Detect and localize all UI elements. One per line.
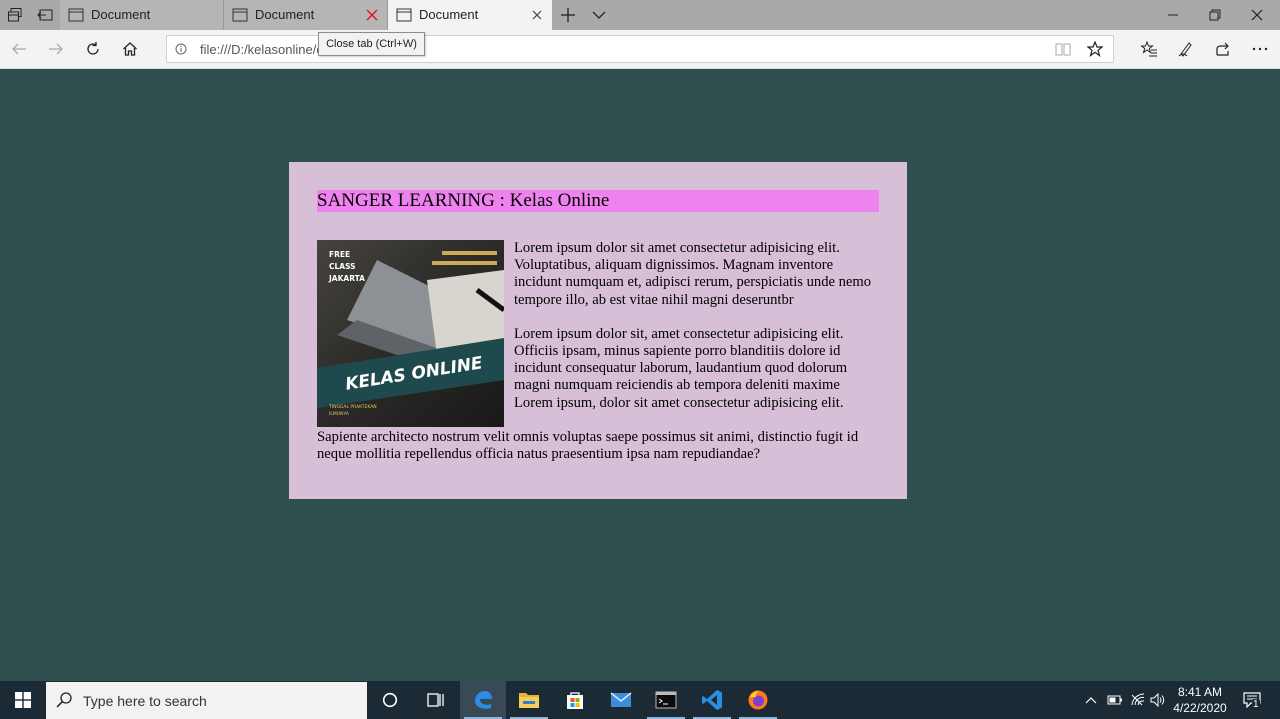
- taskbar-clock[interactable]: 8:41 AM 4/22/2020: [1166, 684, 1234, 716]
- taskbar-search-box[interactable]: Type here to search: [46, 682, 367, 719]
- chevron-up-icon: [1085, 697, 1097, 704]
- battery-button[interactable]: [1104, 681, 1126, 719]
- search-placeholder: Type here to search: [83, 693, 207, 709]
- taskbar-store[interactable]: [552, 681, 598, 719]
- search-icon: [56, 692, 72, 708]
- home-button[interactable]: [112, 30, 148, 68]
- cortana-icon: [382, 692, 398, 708]
- page-icon: [68, 8, 84, 22]
- chevron-down-icon[interactable]: [592, 10, 606, 20]
- minimize-icon: [1168, 14, 1178, 16]
- image-accent-text-2: [432, 261, 497, 265]
- close-tab-tooltip: Close tab (Ctrl+W): [318, 32, 425, 56]
- battery-icon: [1107, 695, 1122, 705]
- clock-date: 4/22/2020: [1173, 701, 1227, 715]
- terminal-icon: [655, 691, 677, 709]
- content-box: SANGER LEARNING : Kelas Online FREE CLAS…: [289, 162, 907, 499]
- tab-title: Document: [419, 7, 479, 22]
- close-window-button[interactable]: [1234, 0, 1280, 30]
- network-button[interactable]: [1128, 681, 1148, 719]
- task-view-button[interactable]: [413, 681, 459, 719]
- start-button[interactable]: [0, 681, 46, 719]
- restore-button[interactable]: [1192, 0, 1238, 30]
- favorites-hub-button[interactable]: [1131, 30, 1167, 68]
- cortana-button[interactable]: [367, 681, 413, 719]
- tabs-aside-icon: [8, 8, 22, 22]
- tab-document-2[interactable]: Document: [224, 0, 388, 30]
- refresh-icon: [87, 42, 99, 55]
- windows-logo-icon: [15, 692, 31, 708]
- badge-line-1: FREE: [329, 250, 350, 259]
- speaker-icon: [1150, 693, 1165, 707]
- article: FREE CLASS JAKARTA KELAS ONLINE TINGGAL …: [317, 240, 879, 463]
- arrow-right-icon: [49, 43, 63, 55]
- tab-title: Document: [91, 7, 151, 22]
- web-note-button[interactable]: [1168, 30, 1204, 68]
- restore-icon: [1209, 9, 1221, 21]
- show-hidden-icons-button[interactable]: [1082, 681, 1100, 719]
- taskbar-vscode[interactable]: [689, 681, 735, 719]
- tab-strip: Document Document Document: [0, 0, 1280, 30]
- refresh-button[interactable]: [75, 30, 111, 68]
- edge-icon: [475, 691, 492, 709]
- task-view-icon: [427, 693, 444, 707]
- close-icon: [1251, 9, 1263, 21]
- tab-title: Document: [255, 7, 315, 22]
- favorites-list-icon: [1140, 41, 1157, 57]
- taskbar-mail[interactable]: [598, 681, 644, 719]
- paragraph-3: Sapiente architecto nostrum velit omnis …: [317, 428, 859, 463]
- reading-view-icon[interactable]: [1055, 42, 1071, 56]
- store-icon: [567, 692, 583, 709]
- home-icon: [123, 42, 137, 56]
- share-icon: [1216, 42, 1229, 56]
- notification-count: 1: [1252, 699, 1260, 710]
- more-button[interactable]: [1242, 30, 1278, 68]
- volume-button[interactable]: [1148, 681, 1168, 719]
- minimize-button[interactable]: [1150, 0, 1196, 30]
- pen-icon: [1178, 42, 1192, 57]
- firefox-icon: [748, 690, 768, 710]
- tagline-line-2: ILMUNYA: [329, 411, 350, 417]
- share-button[interactable]: [1205, 30, 1241, 68]
- forward-button[interactable]: [38, 30, 74, 68]
- new-tab-icon[interactable]: [560, 7, 576, 23]
- star-icon[interactable]: [1087, 41, 1103, 57]
- taskbar-edge[interactable]: [460, 681, 506, 719]
- badge-line-2: CLASS: [329, 262, 356, 271]
- back-button[interactable]: [1, 30, 37, 68]
- clock-time: 8:41 AM: [1177, 685, 1223, 699]
- info-icon[interactable]: [175, 43, 187, 55]
- badge-line-3: JAKARTA: [328, 274, 365, 283]
- tab-manager-button[interactable]: [0, 0, 30, 30]
- image-accent-text-1: [442, 251, 497, 255]
- tab-document-3-active[interactable]: Document: [388, 0, 552, 30]
- page-heading: SANGER LEARNING : Kelas Online: [317, 190, 879, 212]
- address-text[interactable]: file:///D:/kelasonline/d: [200, 42, 324, 57]
- tabs-back-icon: [37, 9, 53, 21]
- taskbar-file-explorer[interactable]: [506, 681, 552, 719]
- wifi-icon: [1131, 693, 1145, 706]
- taskbar: Type here to search 8:41 AM 4/22/2020 1: [0, 681, 1280, 719]
- set-tabs-aside-button[interactable]: [30, 0, 60, 30]
- taskbar-terminal[interactable]: [643, 681, 689, 719]
- close-tab-icon[interactable]: [365, 8, 379, 22]
- vscode-icon: [702, 690, 722, 710]
- arrow-left-icon: [12, 43, 26, 55]
- folder-icon: [519, 693, 539, 708]
- action-center-button[interactable]: 1: [1236, 681, 1268, 719]
- close-tab-icon[interactable]: [530, 8, 544, 22]
- address-bar[interactable]: file:///D:/kelasonline/d: [166, 35, 1114, 63]
- taskbar-firefox[interactable]: [735, 681, 781, 719]
- more-icon: [1252, 47, 1268, 51]
- tab-document-1[interactable]: Document: [60, 0, 224, 30]
- mail-icon: [610, 692, 632, 707]
- tagline-line-1: TINGGAL PRAKTEKAN: [328, 404, 377, 410]
- page-icon: [232, 8, 248, 22]
- kelas-online-image: FREE CLASS JAKARTA KELAS ONLINE TINGGAL …: [317, 240, 504, 427]
- page-icon: [396, 8, 412, 22]
